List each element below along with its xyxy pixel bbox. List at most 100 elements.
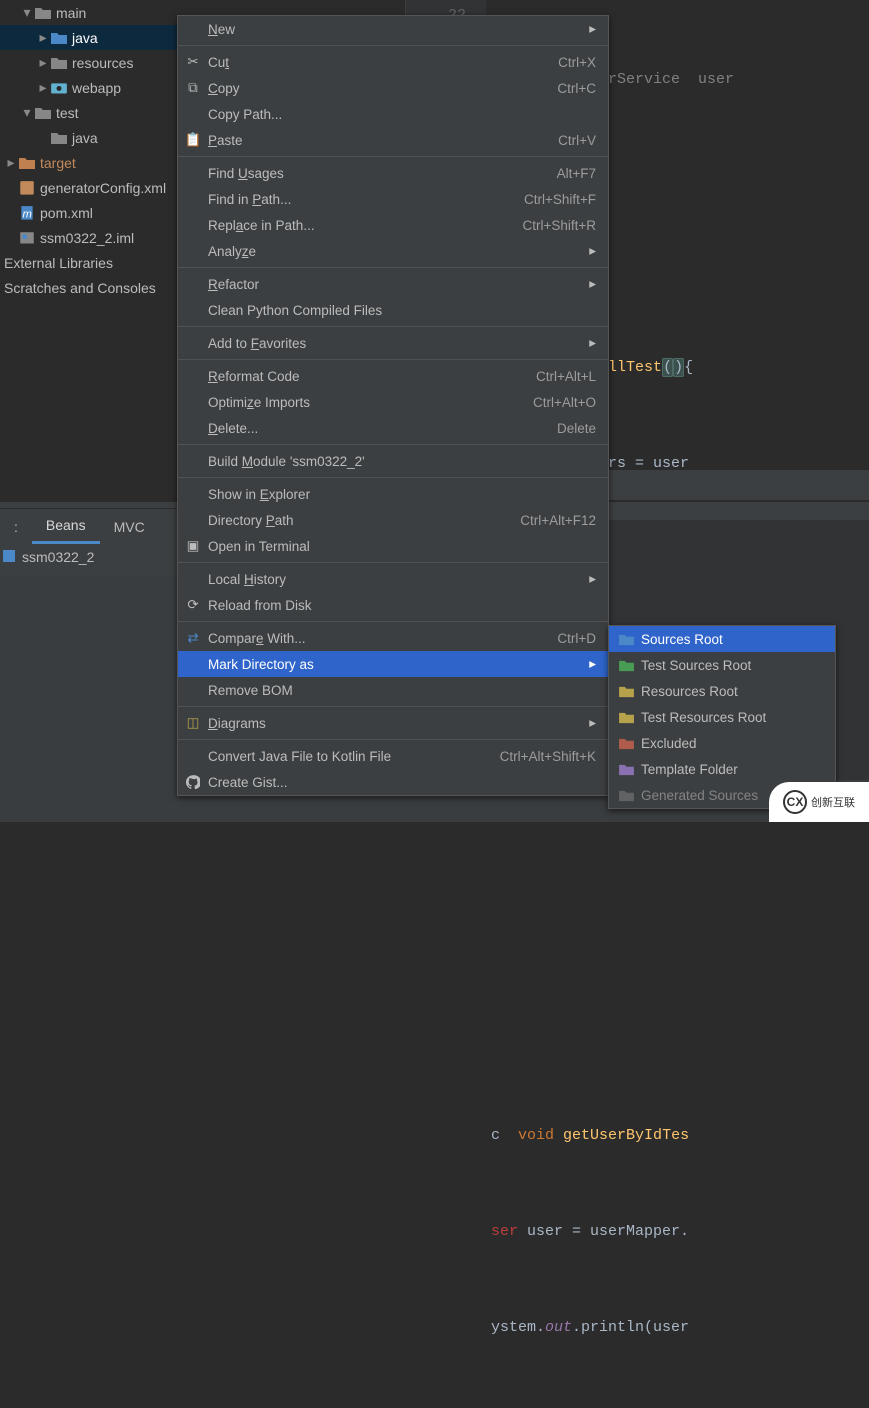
menu-reformat[interactable]: Reformat CodeCtrl+Alt+L (178, 363, 608, 389)
diagram-icon: ◫ (184, 715, 202, 731)
paste-icon: 📋 (184, 132, 202, 148)
template-folder-icon (617, 763, 635, 776)
logo-icon: CX (783, 790, 807, 814)
menu-convert-kotlin[interactable]: Convert Java File to Kotlin FileCtrl+Alt… (178, 743, 608, 769)
watermark-logo: CX 创新互联 (769, 782, 869, 822)
menu-copy-path[interactable]: Copy Path... (178, 101, 608, 127)
maven-file-icon: m (18, 205, 36, 221)
menu-compare-with[interactable]: ⇄Compare With...Ctrl+D (178, 625, 608, 651)
tree-label: resources (72, 55, 133, 71)
tree-label: generatorConfig.xml (40, 180, 166, 196)
resources-folder-icon (617, 685, 635, 698)
submenu-test-sources-root[interactable]: Test Sources Root (609, 652, 835, 678)
collapsed-arrow-icon: ▸ (36, 54, 50, 71)
menu-clean-python[interactable]: Clean Python Compiled Files (178, 297, 608, 323)
submenu-arrow-icon: ▸ (589, 243, 596, 259)
menu-paste[interactable]: 📋PasteCtrl+V (178, 127, 608, 153)
copy-icon: ⧉ (184, 80, 202, 96)
menu-open-terminal[interactable]: ▣Open in Terminal (178, 533, 608, 559)
expand-arrow-icon: ▾ (20, 104, 34, 121)
submenu-sources-root[interactable]: Sources Root (609, 626, 835, 652)
xml-file-icon (18, 180, 36, 196)
module-icon (2, 549, 16, 566)
menu-separator (178, 621, 608, 622)
tree-label: ssm0322_2.iml (40, 230, 134, 246)
tree-label: Scratches and Consoles (4, 280, 156, 296)
svg-text:m: m (23, 208, 32, 220)
excluded-folder-icon (617, 737, 635, 750)
submenu-arrow-icon: ▸ (589, 656, 596, 672)
folder-icon (34, 106, 52, 120)
menu-replace-in-path[interactable]: Replace in Path...Ctrl+Shift+R (178, 212, 608, 238)
menu-cut[interactable]: ✂CutCtrl+X (178, 49, 608, 75)
github-icon (184, 775, 202, 789)
tab-unknown[interactable]: : (0, 511, 32, 543)
menu-separator (178, 444, 608, 445)
test-sources-folder-icon (617, 659, 635, 672)
reload-icon: ⟳ (184, 597, 202, 613)
menu-local-history[interactable]: Local History▸ (178, 566, 608, 592)
menu-separator (178, 477, 608, 478)
menu-new[interactable]: New▸ (178, 16, 608, 42)
submenu-excluded[interactable]: Excluded (609, 730, 835, 756)
folder-icon (50, 56, 68, 70)
submenu-arrow-icon: ▸ (589, 276, 596, 292)
menu-separator (178, 706, 608, 707)
collapsed-arrow-icon: ▸ (36, 29, 50, 46)
menu-separator (178, 45, 608, 46)
menu-directory-path[interactable]: Directory PathCtrl+Alt+F12 (178, 507, 608, 533)
submenu-arrow-icon: ▸ (589, 335, 596, 351)
terminal-icon: ▣ (184, 538, 202, 554)
generated-folder-icon (617, 789, 635, 802)
tab-mvc[interactable]: MVC (100, 511, 159, 543)
submenu-arrow-icon: ▸ (589, 571, 596, 587)
collapsed-arrow-icon: ▸ (4, 154, 18, 171)
submenu-resources-root[interactable]: Resources Root (609, 678, 835, 704)
menu-separator (178, 359, 608, 360)
menu-find-usages[interactable]: Find UsagesAlt+F7 (178, 160, 608, 186)
cut-icon: ✂ (184, 54, 202, 70)
menu-find-in-path[interactable]: Find in Path...Ctrl+Shift+F (178, 186, 608, 212)
menu-separator (178, 326, 608, 327)
tab-beans[interactable]: Beans (32, 509, 100, 544)
tree-label: pom.xml (40, 205, 93, 221)
menu-separator (178, 156, 608, 157)
tree-label: test (56, 105, 79, 121)
folder-icon (34, 6, 52, 20)
tree-label: External Libraries (4, 255, 113, 271)
menu-optimize-imports[interactable]: Optimize ImportsCtrl+Alt+O (178, 389, 608, 415)
tree-label: java (72, 30, 98, 46)
menu-reload-disk[interactable]: ⟳Reload from Disk (178, 592, 608, 618)
menu-separator (178, 267, 608, 268)
menu-build-module[interactable]: Build Module 'ssm0322_2' (178, 448, 608, 474)
module-file-icon (18, 230, 36, 246)
menu-separator (178, 739, 608, 740)
expand-arrow-icon: ▾ (20, 4, 34, 21)
test-resources-folder-icon (617, 711, 635, 724)
tree-label: main (56, 5, 86, 21)
menu-copy[interactable]: ⧉CopyCtrl+C (178, 75, 608, 101)
menu-remove-bom[interactable]: Remove BOM (178, 677, 608, 703)
sources-folder-icon (50, 31, 68, 45)
submenu-arrow-icon: ▸ (589, 21, 596, 37)
tree-label: target (40, 155, 76, 171)
excluded-folder-icon (18, 156, 36, 170)
collapsed-arrow-icon: ▸ (36, 79, 50, 96)
tree-label: webapp (72, 80, 121, 96)
folder-icon (50, 131, 68, 145)
web-folder-icon (50, 80, 68, 96)
menu-create-gist[interactable]: Create Gist... (178, 769, 608, 795)
tree-label: java (72, 130, 98, 146)
context-menu: New▸ ✂CutCtrl+X ⧉CopyCtrl+C Copy Path...… (177, 15, 609, 796)
menu-delete[interactable]: Delete...Delete (178, 415, 608, 441)
menu-analyze[interactable]: Analyze▸ (178, 238, 608, 264)
submenu-test-resources-root[interactable]: Test Resources Root (609, 704, 835, 730)
sources-folder-icon (617, 633, 635, 646)
menu-add-favorites[interactable]: Add to Favorites▸ (178, 330, 608, 356)
menu-separator (178, 562, 608, 563)
menu-show-explorer[interactable]: Show in Explorer (178, 481, 608, 507)
menu-diagrams[interactable]: ◫Diagrams▸ (178, 710, 608, 736)
menu-mark-directory-as[interactable]: Mark Directory as▸ (178, 651, 608, 677)
menu-refactor[interactable]: Refactor▸ (178, 271, 608, 297)
submenu-template-folder[interactable]: Template Folder (609, 756, 835, 782)
